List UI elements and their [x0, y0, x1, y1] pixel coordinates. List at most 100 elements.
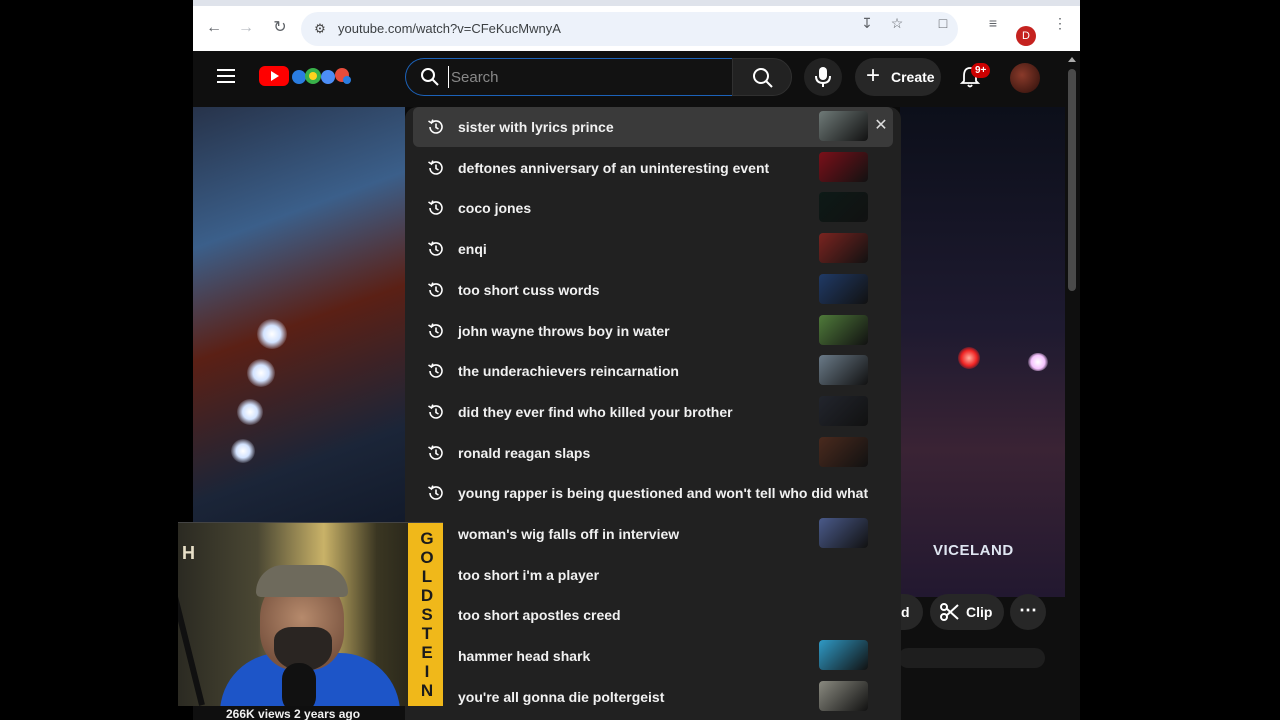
- create-label: Create: [891, 69, 935, 85]
- search-suggestion-item[interactable]: did they ever find who killed your broth…: [413, 392, 893, 432]
- suggestion-text: young rapper is being questioned and won…: [458, 485, 869, 502]
- history-icon: [426, 361, 446, 381]
- suggestion-text: did they ever find who killed your broth…: [458, 403, 733, 420]
- search-suggestion-item[interactable]: the underachievers reincarnation: [413, 351, 893, 391]
- scroll-up-arrow-icon[interactable]: [1068, 57, 1076, 62]
- history-icon: [426, 402, 446, 422]
- search-suggestion-item[interactable]: sister with lyrics prince ✕: [413, 107, 893, 147]
- search-suggestion-item[interactable]: coco jones: [413, 188, 893, 228]
- suggestion-thumbnail: [819, 640, 868, 671]
- poster-banner-letter: L: [421, 567, 433, 586]
- page-scrollbar[interactable]: [1065, 51, 1080, 720]
- history-icon: [426, 117, 446, 137]
- browser-profile-avatar[interactable]: D: [1016, 26, 1036, 46]
- stage-light: [237, 399, 263, 425]
- menu-icon[interactable]: [217, 69, 235, 83]
- remove-suggestion-icon[interactable]: ✕: [873, 118, 889, 134]
- media-controls-icon[interactable]: ≡: [983, 13, 1003, 33]
- voice-search-button[interactable]: [804, 58, 842, 96]
- history-icon: [426, 239, 446, 259]
- create-button[interactable]: + Create: [855, 58, 941, 96]
- suggestion-thumbnail: [819, 395, 868, 426]
- suggestion-thumbnail: [819, 355, 868, 386]
- suggestion-thumbnail: [819, 233, 868, 264]
- search-input[interactable]: [448, 66, 718, 88]
- suggestion-text: sister with lyrics prince: [458, 119, 614, 135]
- search-suggestion-item[interactable]: young rapper is being questioned and won…: [413, 473, 893, 513]
- suggestion-text: enqi: [458, 241, 487, 258]
- suggestion-text: woman's wig falls off in interview: [458, 526, 680, 542]
- reload-icon[interactable]: ↻: [268, 16, 292, 40]
- video-frame-right: [900, 107, 1065, 597]
- search-suggestion-item[interactable]: deftones anniversary of an uninteresting…: [413, 148, 893, 188]
- history-icon: [426, 483, 446, 503]
- search-suggestion-item[interactable]: too short i'm a player: [413, 555, 893, 595]
- suggestion-text: coco jones: [458, 200, 532, 217]
- browser-toolbar: ← → ↻ ⚙ youtube.com/watch?v=CFeKucMwnyA …: [193, 0, 1080, 51]
- history-icon: [426, 198, 446, 218]
- search-suggestion-item[interactable]: enqi: [413, 229, 893, 269]
- search-container: [405, 58, 732, 96]
- stage-light: [231, 439, 255, 463]
- poster-banner-text: GOLDSTEIN: [418, 529, 436, 700]
- youtube-header: + Create 9+: [193, 51, 1080, 107]
- history-icon: [426, 321, 446, 341]
- search-suggestion-item[interactable]: ronald reagan slaps: [413, 433, 893, 473]
- scissors-icon: [940, 603, 959, 621]
- history-icon: [426, 443, 446, 463]
- search-suggestion-item[interactable]: hammer head shark: [413, 636, 893, 676]
- poster-banner-letter: T: [421, 624, 433, 643]
- clip-button[interactable]: Clip: [930, 594, 1004, 630]
- stage-light: [1028, 353, 1048, 371]
- history-icon: [426, 280, 446, 300]
- search-button[interactable]: [732, 58, 792, 96]
- bookmark-star-icon[interactable]: ☆: [887, 13, 907, 33]
- url-text[interactable]: youtube.com/watch?v=CFeKucMwnyA: [338, 21, 561, 36]
- search-icon: [753, 68, 773, 88]
- search-suggestions-dropdown: sister with lyrics prince ✕ deftones anniv…: [405, 107, 901, 720]
- streamer-hat: [256, 565, 348, 597]
- search-suggestion-item[interactable]: too short apostles creed: [413, 595, 893, 635]
- notifications-badge: 9+: [971, 63, 991, 78]
- search-suggestion-item[interactable]: woman's wig falls off in interview: [413, 514, 893, 554]
- suggestion-thumbnail: [819, 273, 868, 304]
- search-suggestion-item[interactable]: john wayne throws boy in water: [413, 311, 893, 351]
- search-icon: [421, 68, 439, 86]
- poster-banner-letter: G: [420, 529, 434, 548]
- youtube-doodle-logo[interactable]: [291, 65, 353, 87]
- poster-banner-letter: S: [421, 605, 433, 624]
- history-icon: [426, 158, 446, 178]
- back-arrow-icon[interactable]: ←: [202, 16, 226, 40]
- forward-arrow-icon[interactable]: →: [234, 16, 258, 40]
- poster-banner-letter: N: [420, 681, 434, 700]
- poster-banner-letter: O: [420, 548, 434, 567]
- browser-menu-icon[interactable]: ⋮: [1050, 13, 1070, 33]
- scroll-thumb[interactable]: [1068, 69, 1076, 291]
- poster-banner-letter: D: [420, 586, 434, 605]
- suggestion-thumbnail: [819, 518, 868, 548]
- suggestion-text: deftones anniversary of an uninteresting…: [458, 159, 770, 176]
- more-actions-icon[interactable]: ⋯: [1010, 594, 1046, 630]
- stage-light: [257, 319, 287, 349]
- description-box[interactable]: [898, 648, 1045, 668]
- suggestion-thumbnail: [819, 111, 868, 141]
- microphone-icon: [815, 67, 831, 87]
- suggestion-thumbnail: [819, 192, 868, 223]
- search-suggestion-item[interactable]: too short cuss words: [413, 270, 893, 310]
- poster-letter: H: [182, 543, 195, 563]
- search-suggestion-item[interactable]: you're all gonna die poltergeist: [413, 677, 893, 717]
- cast-search-icon[interactable]: □: [933, 13, 953, 33]
- stage-light: [958, 347, 980, 369]
- suggestion-thumbnail: [819, 151, 868, 182]
- poster-banner-letter: I: [424, 662, 430, 681]
- account-avatar[interactable]: [1010, 63, 1040, 93]
- youtube-logo-icon[interactable]: [259, 66, 289, 86]
- download-button[interactable]: d: [899, 594, 923, 630]
- suggestion-thumbnail: [819, 314, 868, 345]
- suggestion-text: too short i'm a player: [458, 566, 600, 583]
- install-app-icon[interactable]: ↧: [857, 13, 877, 33]
- webcam-overlay: H GOLDSTEIN: [178, 522, 443, 706]
- site-info-icon[interactable]: ⚙: [311, 20, 329, 38]
- suggestion-thumbnail: [819, 680, 868, 711]
- suggestion-text: ronald reagan slaps: [458, 444, 591, 461]
